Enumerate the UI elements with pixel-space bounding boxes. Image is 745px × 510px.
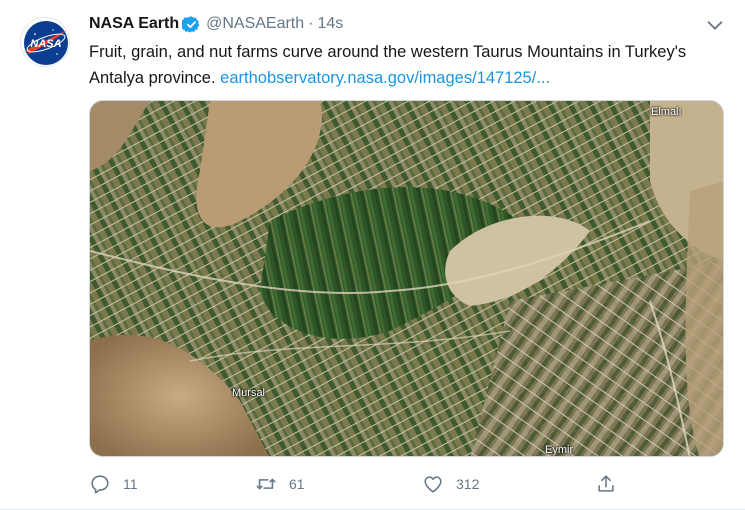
timestamp[interactable]: 14s [317,15,343,33]
tweet-actions: 11 61 312 [89,470,629,498]
reply-button[interactable]: 11 [89,470,138,498]
avatar[interactable]: NASA [20,17,70,67]
reply-count: 11 [123,476,138,492]
retweet-icon [256,478,276,490]
like-count: 312 [456,476,480,492]
tweet-card[interactable]: NASA NASA Earth @NASAEarth · 14s Fruit, … [0,0,745,510]
heart-icon [424,476,442,493]
retweet-count: 61 [289,476,305,492]
tweet-text: Fruit, grain, and nut farms curve around… [89,39,719,91]
author-name[interactable]: NASA Earth [89,15,179,33]
tweet-image[interactable]: Elmalı Mursal Eymir [89,100,724,457]
chevron-down-icon[interactable] [704,14,726,36]
tweet-header: NASA Earth @NASAEarth · 14s [89,13,343,35]
reply-icon [91,475,109,494]
separator-dot: · [308,15,314,32]
tweet-link[interactable]: earthobservatory.nasa.gov/images/147125/… [220,69,550,87]
retweet-button[interactable]: 61 [255,470,305,498]
label-mursal: Mursal [232,387,266,399]
share-icon [598,475,614,492]
satellite-image [90,101,723,456]
nasa-logo: NASA [24,21,68,65]
author-handle[interactable]: @NASAEarth [206,15,304,33]
share-button[interactable] [595,470,617,498]
label-elmali: Elmalı [651,106,682,118]
label-eymir: Eymir [545,444,574,456]
svg-text:NASA: NASA [30,38,61,50]
like-button[interactable]: 312 [422,470,479,498]
verified-badge-icon [180,15,201,34]
